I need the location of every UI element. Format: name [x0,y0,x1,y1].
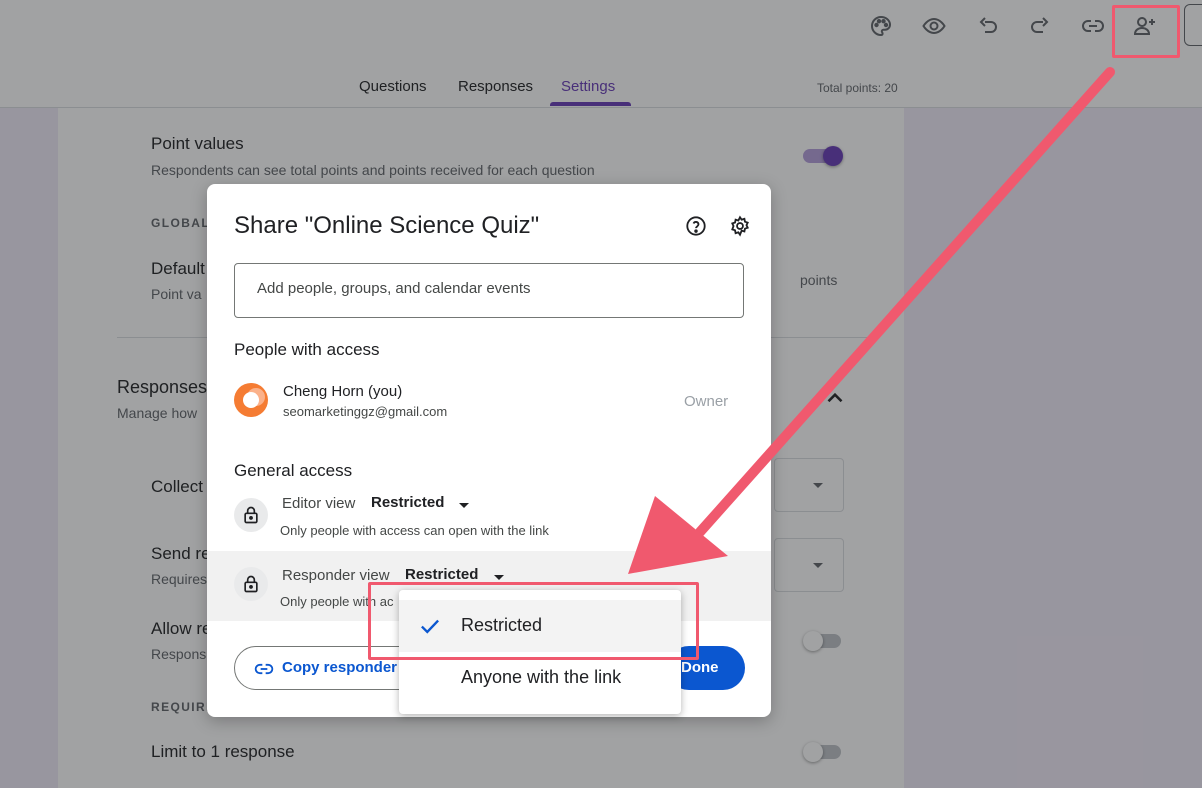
menu-option-label: Anyone with the link [461,667,622,687]
people-with-access-heading: People with access [234,340,380,359]
person-name: Cheng Horn (you) [283,383,403,400]
done-button-label: Done [681,659,719,676]
annotation-highlight-share-button [1112,5,1180,58]
editor-access-desc: Only people with access can open with th… [280,523,549,538]
person-email: seomarketinggz@gmail.com [283,404,448,419]
annotation-highlight-restricted-option [368,582,699,660]
editor-access-row: Editor view Restricted Only people with … [207,482,771,552]
add-people-input[interactable] [257,280,727,297]
avatar [234,383,268,417]
gear-icon[interactable] [729,215,751,237]
lock-icon [234,567,268,601]
owner-role: Owner [684,393,729,410]
dialog-title: Share "Online Science Quiz" [234,212,540,239]
copy-button-label: Copy responder [282,659,398,676]
chevron-down-icon[interactable] [494,575,504,580]
lock-icon [234,498,268,532]
chevron-down-icon[interactable] [459,503,469,508]
responder-access-select[interactable]: Restricted [405,566,478,583]
editor-view-label: Editor view [282,495,356,512]
general-access-heading: General access [234,461,353,480]
add-people-field[interactable] [234,263,744,318]
link-icon [254,659,274,679]
editor-access-select[interactable]: Restricted [371,494,444,511]
help-icon[interactable] [685,215,707,237]
